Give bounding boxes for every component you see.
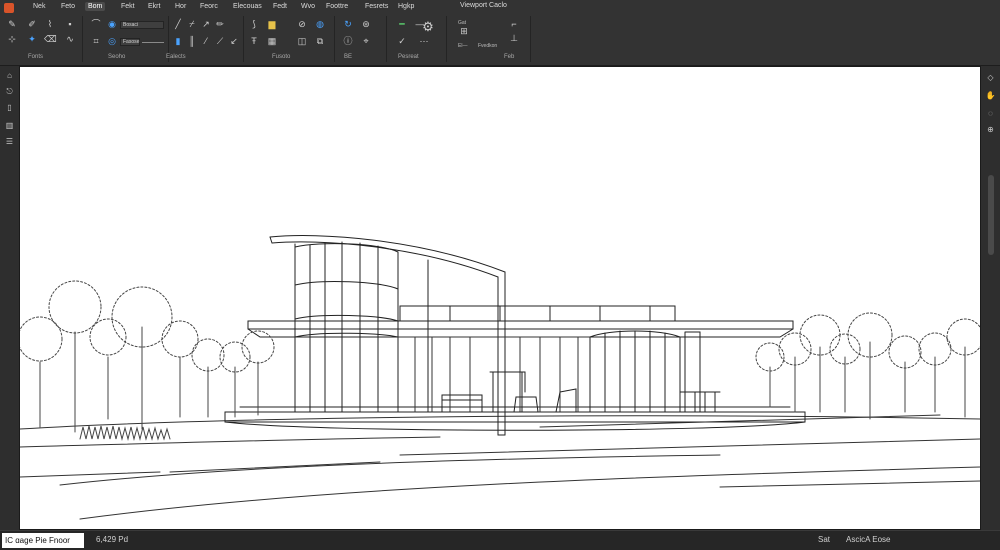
glass-facade <box>397 336 591 413</box>
viewport-title: Viewport Caclo <box>460 2 507 9</box>
architectural-sketch <box>20 235 980 520</box>
panel-label-seoho: Seoho <box>108 54 126 60</box>
vertical-icon[interactable]: ⊥ <box>508 33 520 45</box>
select-icon[interactable]: ⌂ <box>3 70 16 81</box>
pen-icon[interactable]: ✐ <box>26 19 38 31</box>
vertical-scrollbar[interactable] <box>988 175 994 255</box>
layer-icon[interactable]: ▯ <box>3 102 16 113</box>
move-icon[interactable]: ↗ <box>200 19 212 31</box>
lower-left-label: El— <box>458 43 468 49</box>
axis-icon[interactable]: ⌐ <box>508 19 520 31</box>
menu-item-7[interactable]: Feorc <box>197 2 221 11</box>
fill-icon[interactable]: ▮ <box>172 36 184 48</box>
table-icon[interactable]: ▦ <box>266 36 278 48</box>
layers-icon[interactable]: ◇ <box>984 72 997 83</box>
menu-item-1[interactable]: Nek <box>30 2 48 11</box>
left-toolbar: ⌂ ⎋ ▯ ▥ ☰ <box>0 66 19 530</box>
pan-icon[interactable]: ✋ <box>984 90 997 101</box>
coordinates-readout: 6,429 Pd <box>96 535 129 544</box>
check-icon[interactable]: ✓ <box>396 36 408 48</box>
zoom-label[interactable]: AscicA Eose <box>846 535 890 544</box>
menu-item-10[interactable]: Wvo <box>298 2 318 11</box>
line-icon[interactable]: ╱ <box>172 19 184 31</box>
shrubs <box>79 425 171 441</box>
panel-label-ealects: Ealects <box>166 54 186 60</box>
measure-icon[interactable]: ✦ <box>26 34 38 46</box>
menu-item-11[interactable]: Foottre <box>323 2 351 11</box>
menu-item-8[interactable]: Elecouas <box>230 2 265 11</box>
paint-icon[interactable]: ⎋ <box>3 86 16 97</box>
snap-icon[interactable]: ⌒ <box>90 19 102 31</box>
menu-item-6[interactable]: Hor <box>172 2 189 11</box>
panel-label-fusoto: Fusoto <box>272 54 291 60</box>
swatch-icon[interactable]: ▪ <box>64 19 76 31</box>
panel-label-feb: Feb <box>504 54 515 60</box>
panel-label-be: BE <box>344 54 353 60</box>
pipe-icon[interactable]: ║ <box>186 36 198 48</box>
trees-left <box>20 280 275 433</box>
target-icon[interactable]: ◎ <box>106 36 118 48</box>
settings-row-icon[interactable]: ⋯ <box>414 36 434 48</box>
pick-icon[interactable]: ↙ <box>228 36 240 48</box>
slider[interactable] <box>142 42 164 43</box>
dimension-icon[interactable]: ⊹ <box>6 34 18 46</box>
sphere-icon[interactable]: ◍ <box>314 19 326 31</box>
text-tool-icon[interactable]: Ŧ <box>248 36 260 48</box>
grid-icon[interactable]: ▥ <box>3 120 16 131</box>
panel-divider <box>446 16 447 62</box>
slash-icon[interactable]: ⁄ <box>200 36 212 48</box>
app-logo-icon[interactable] <box>4 3 14 13</box>
right-pavilion <box>589 330 701 413</box>
roof-canopy <box>247 305 794 338</box>
panel-divider <box>243 16 244 62</box>
draw-icon[interactable]: ✎ <box>6 19 18 31</box>
lower-right-label: Fvedkon <box>478 43 498 49</box>
info-icon[interactable]: ⓘ <box>342 36 354 48</box>
curve-icon[interactable]: ∿ <box>64 34 76 46</box>
ribbon: Nek Feto Bom Fekt Ekrt Hor Feorc Elecoua… <box>0 0 1000 66</box>
menu-item-5[interactable]: Ekrt <box>145 2 163 11</box>
command-mode-field[interactable]: IC ɑage Pie Fnoor <box>2 533 84 548</box>
pin-icon[interactable]: ⌖ <box>360 36 372 48</box>
snap-label[interactable]: Sat <box>818 535 830 544</box>
panel-divider <box>386 16 387 62</box>
menu-item-3[interactable]: Bom <box>85 2 106 11</box>
right-toolbar: ◇ ✋ ◌ ⊕ <box>981 66 1000 530</box>
panel-divider <box>82 16 83 62</box>
pencil-icon[interactable]: ✏ <box>214 19 226 31</box>
furniture <box>441 371 721 413</box>
field-a[interactable]: Bosaci <box>120 21 164 29</box>
render-icon[interactable]: ⚙ <box>420 19 436 35</box>
refresh-icon[interactable]: ↻ <box>342 19 354 31</box>
panel-divider <box>334 16 335 62</box>
brush-tool-icon[interactable]: ⟆ <box>248 19 260 31</box>
globe-icon[interactable]: ◉ <box>106 19 118 31</box>
panel-label-pesreat: Pesreat <box>398 54 419 60</box>
polyline-icon[interactable]: ⌿ <box>186 19 198 31</box>
viewport-canvas[interactable] <box>19 66 981 530</box>
link-icon[interactable]: ⊘ <box>296 19 308 31</box>
zoom-icon[interactable]: ⊕ <box>984 124 997 135</box>
menu-item-2[interactable]: Feto <box>58 2 78 11</box>
orbit-icon[interactable]: ◌ <box>984 108 997 119</box>
brush-icon[interactable]: ⌇ <box>44 19 56 31</box>
grid-toggle-icon[interactable]: ⊞ <box>458 26 470 38</box>
hatch-icon[interactable]: ⌗ <box>90 36 102 48</box>
folder-icon[interactable]: ▆ <box>266 19 278 31</box>
status-bar: IC ɑage Pie Fnoor 6,429 Pd Sat AscicA Eo… <box>0 530 1000 550</box>
confirm-icon[interactable]: ━ <box>396 19 408 31</box>
list-icon[interactable]: ☰ <box>3 136 16 147</box>
palette-icon[interactable]: ⊛ <box>360 19 372 31</box>
knife-icon[interactable]: ⟋ <box>214 36 226 48</box>
clip-icon[interactable]: ⧉ <box>314 36 326 48</box>
menu-item-9[interactable]: Fedt <box>270 2 290 11</box>
menu-item-4[interactable]: Fekt <box>118 2 138 11</box>
menu-item-13[interactable]: Hgkp <box>395 2 417 11</box>
camera-icon[interactable]: ◫ <box>296 36 308 48</box>
panel-label-fonts: Fonts <box>28 54 44 60</box>
panel-divider <box>530 16 531 62</box>
eraser-icon[interactable]: ⌫ <box>44 34 57 46</box>
field-b[interactable]: Fasose <box>120 38 140 46</box>
menu-item-12[interactable]: Fesrets <box>362 2 391 11</box>
